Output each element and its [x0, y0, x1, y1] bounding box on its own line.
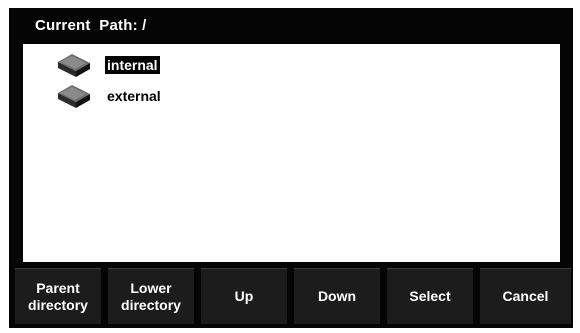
file-item-label: internal: [105, 56, 160, 74]
current-path-label: Current Path: /: [35, 16, 147, 34]
select-button[interactable]: Select: [387, 268, 473, 324]
title-bar: Current Path: /: [9, 8, 573, 42]
drive-icon: [58, 54, 90, 77]
softkey-bar: Parent directory Lower directory Up Down…: [15, 268, 571, 326]
instrument-screen: Current Path: / internal external Parent…: [9, 8, 573, 328]
file-item-external[interactable]: external: [55, 83, 163, 109]
lower-directory-button[interactable]: Lower directory: [108, 268, 194, 324]
drive-icon: [58, 85, 90, 108]
parent-directory-button[interactable]: Parent directory: [15, 268, 101, 324]
up-button[interactable]: Up: [201, 268, 287, 324]
file-item-label: external: [107, 88, 161, 104]
cancel-button[interactable]: Cancel: [480, 268, 571, 324]
down-button[interactable]: Down: [294, 268, 380, 324]
file-browser-panel: internal external: [23, 44, 560, 262]
file-item-internal[interactable]: internal: [55, 52, 160, 78]
